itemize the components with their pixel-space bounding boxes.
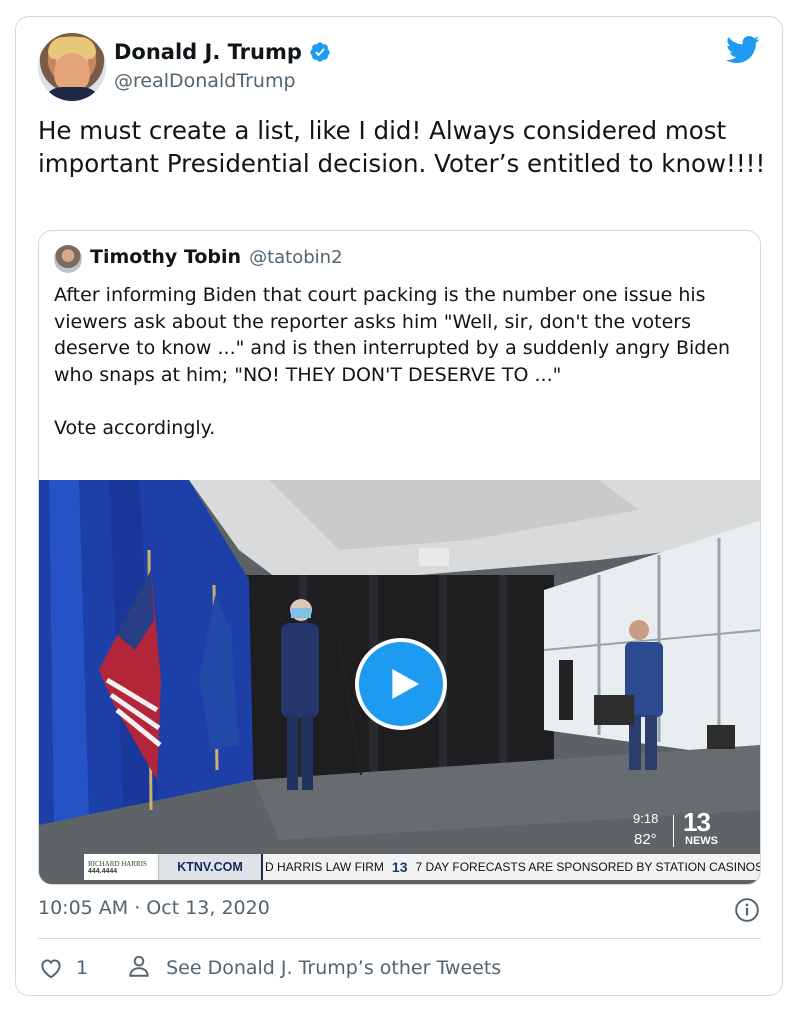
play-icon xyxy=(392,669,419,699)
sponsor-number: 444.4444 xyxy=(88,867,118,875)
broadcast-temperature: 82° xyxy=(634,831,657,848)
ticker-sponsor: RICHARD HARRIS 444.4444 xyxy=(84,854,159,880)
see-other-tweets-link[interactable]: See Donald J. Trump’s other Tweets xyxy=(126,953,501,984)
person-icon xyxy=(129,955,149,977)
station-logo: 13 xyxy=(683,807,711,837)
news-ticker: RICHARD HARRIS 444.4444 KTNV.COM D HARRI… xyxy=(84,854,761,880)
broadcast-time: 9:18 xyxy=(633,811,659,826)
twitter-bird-icon[interactable] xyxy=(726,35,760,65)
like-count: 1 xyxy=(76,957,89,979)
tweet-actions: 1 See Donald J. Trump’s other Tweets xyxy=(38,953,501,983)
tweet-text: He must create a list, like I did! Alway… xyxy=(38,116,766,178)
author-name[interactable]: Donald J. Trump xyxy=(114,40,302,64)
verified-badge-icon xyxy=(310,42,330,62)
ticker-scroll: D HARRIS LAW FIRM 13 7 DAY FORECASTS ARE… xyxy=(263,854,761,880)
quoted-author-name[interactable]: Timothy Tobin xyxy=(90,246,241,268)
quoted-author-handle[interactable]: @tatobin2 xyxy=(249,247,342,268)
quoted-tweet[interactable]: Timothy Tobin @tatobin2 After informing … xyxy=(38,230,761,885)
tweet-timestamp[interactable]: 10:05 AM · Oct 13, 2020 xyxy=(38,897,270,919)
tweet-card: Donald J. Trump @realDonaldTrump He must… xyxy=(15,16,783,996)
ticker-right-text: 7 DAY FORECASTS ARE SPONSORED BY STATION… xyxy=(415,860,761,874)
ticker-site: KTNV.COM xyxy=(159,854,263,880)
video-player[interactable]: 9:18 82° 13 NEWS RICHARD HARRIS 444.4444… xyxy=(39,480,761,884)
play-button[interactable] xyxy=(355,638,447,730)
see-other-tweets-label[interactable]: See Donald J. Trump’s other Tweets xyxy=(166,957,501,979)
ticker-logo: 13 xyxy=(391,859,408,875)
author-avatar[interactable] xyxy=(38,33,106,101)
divider xyxy=(38,938,761,939)
author-name-row[interactable]: Donald J. Trump xyxy=(114,40,331,64)
ticker-left-text: D HARRIS LAW FIRM xyxy=(265,860,384,874)
quoted-author-row[interactable]: Timothy Tobin @tatobin2 xyxy=(90,246,343,268)
heart-icon xyxy=(41,959,61,979)
quoted-tweet-text: After informing Biden that court packing… xyxy=(54,284,731,439)
sponsor-name: RICHARD HARRIS xyxy=(88,859,147,868)
quoted-author-avatar[interactable] xyxy=(54,245,82,273)
info-icon[interactable] xyxy=(734,897,760,923)
station-logo-sub: NEWS xyxy=(685,835,718,847)
like-button[interactable]: 1 xyxy=(38,955,88,981)
author-handle[interactable]: @realDonaldTrump xyxy=(114,70,296,92)
